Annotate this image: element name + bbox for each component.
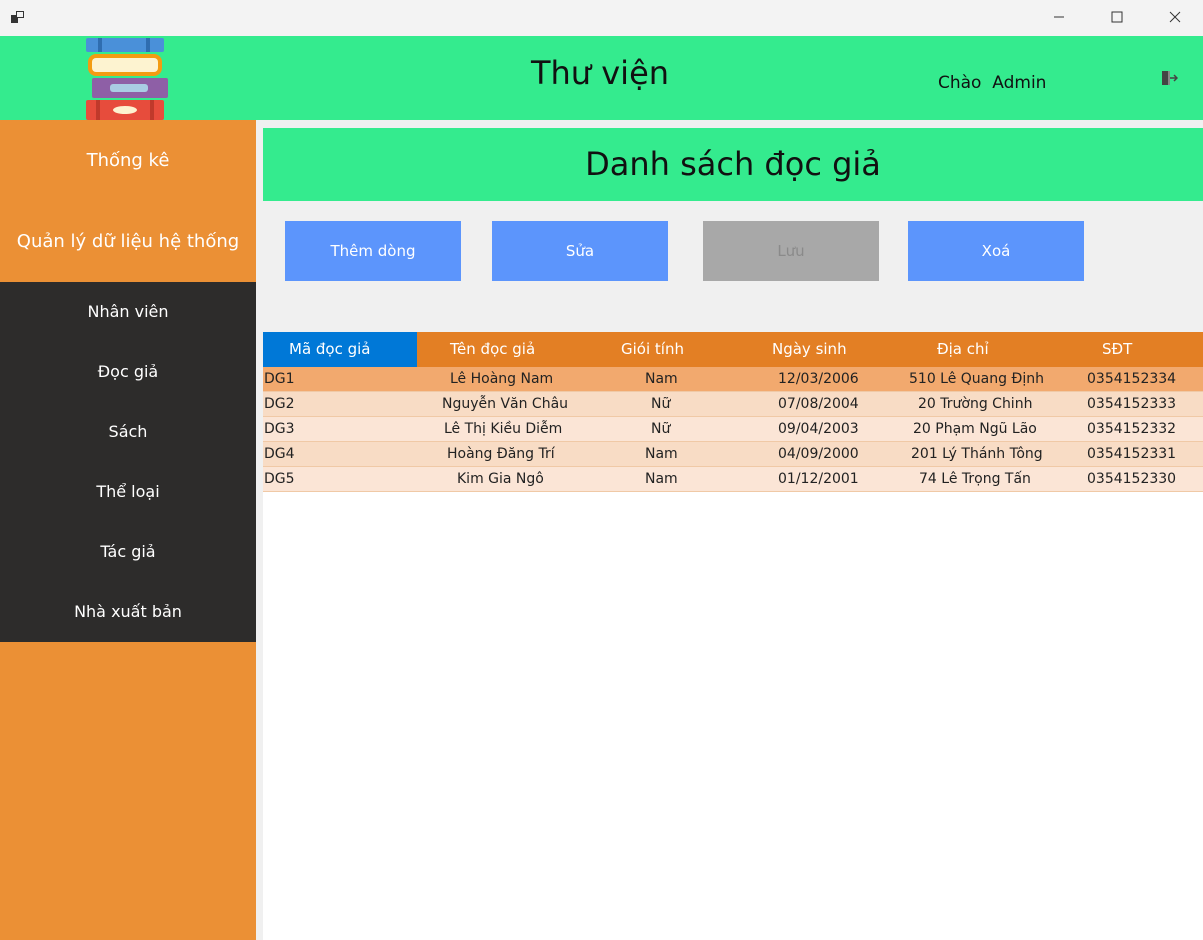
cell-gender: Nam [645, 471, 678, 487]
cell-address: 74 Lê Trọng Tấn [919, 471, 1031, 487]
sidebar-item-genres[interactable]: Thể loại [0, 462, 256, 522]
app-title: Thư viện [530, 54, 670, 92]
column-header-phone[interactable]: SĐT [1102, 332, 1132, 367]
sidebar-item-publishers[interactable]: Nhà xuất bản [0, 582, 256, 642]
column-header-id[interactable]: Mã đọc giả [263, 332, 417, 367]
readers-table[interactable]: Mã đọc giả Tên đọc giả Giói tính Ngày si… [263, 332, 1203, 940]
cell-name: Kim Gia Ngô [457, 471, 544, 487]
minimize-icon [1054, 16, 1064, 18]
cell-name: Nguyễn Văn Châu [442, 396, 569, 412]
table-header: Mã đọc giả Tên đọc giả Giói tính Ngày si… [263, 332, 1203, 367]
close-button[interactable] [1146, 0, 1203, 34]
maximize-button[interactable] [1088, 0, 1146, 34]
sidebar-item-readers[interactable]: Đọc giả [0, 342, 256, 402]
cell-birthdate: 01/12/2001 [778, 471, 859, 487]
greeting-prefix: Chào [938, 73, 982, 93]
table-row[interactable]: DG2 Nguyễn Văn Châu Nữ 07/08/2004 20 Trư… [263, 392, 1203, 417]
cell-phone: 0354152332 [1087, 421, 1177, 437]
close-icon [1169, 11, 1181, 23]
page-title-bar: Danh sách đọc giả [263, 128, 1203, 201]
sidebar-item-books[interactable]: Sách [0, 402, 256, 462]
maximize-icon [1111, 11, 1123, 23]
cell-birthdate: 09/04/2003 [778, 421, 859, 437]
table-row[interactable]: DG3 Lê Thị Kiều Diễm Nữ 09/04/2003 20 Ph… [263, 417, 1203, 442]
cell-name: Lê Thị Kiều Diễm [444, 421, 563, 437]
books-logo-icon [86, 38, 168, 120]
cell-address: 201 Lý Thánh Tông [911, 446, 1043, 462]
add-row-button[interactable]: Thêm dòng [285, 221, 461, 281]
greeting: Chào Admin [938, 73, 1046, 93]
edit-button[interactable]: Sửa [492, 221, 668, 281]
sidebar-submenu: Nhân viên Đọc giả Sách Thể loại Tác giả … [0, 282, 256, 642]
cell-id: DG4 [264, 446, 295, 462]
table-row[interactable]: DG5 Kim Gia Ngô Nam 01/12/2001 74 Lê Trọ… [263, 467, 1203, 492]
sidebar-item-statistics[interactable]: Thống kê [0, 150, 256, 171]
cell-birthdate: 04/09/2000 [778, 446, 859, 462]
cell-birthdate: 07/08/2004 [778, 396, 859, 412]
cell-birthdate: 12/03/2006 [778, 371, 859, 387]
cell-id: DG1 [264, 371, 295, 387]
cell-name: Hoàng Đăng Trí [447, 446, 555, 462]
column-header-address[interactable]: Địa chỉ [937, 332, 989, 367]
app-icon [11, 11, 24, 23]
cell-gender: Nam [645, 446, 678, 462]
column-header-name[interactable]: Tên đọc giả [450, 332, 535, 367]
minimize-button[interactable] [1030, 0, 1088, 34]
logout-icon[interactable] [1160, 69, 1178, 87]
cell-gender: Nam [645, 371, 678, 387]
page-title: Danh sách đọc giả [585, 145, 881, 183]
save-button: Lưu [703, 221, 879, 281]
user-name: Admin [992, 73, 1047, 93]
sidebar-item-data-management[interactable]: Quản lý dữ liệu hệ thống [0, 231, 256, 252]
cell-phone: 0354152331 [1087, 446, 1177, 462]
table-row[interactable]: DG1 Lê Hoàng Nam Nam 12/03/2006 510 Lê Q… [263, 367, 1203, 392]
cell-id: DG2 [264, 396, 295, 412]
sidebar: Thống kê Quản lý dữ liệu hệ thống Nhân v… [0, 120, 256, 940]
app-header: Thư viện Chào Admin [0, 36, 1203, 120]
cell-id: DG3 [264, 421, 295, 437]
cell-phone: 0354152330 [1087, 471, 1177, 487]
delete-button[interactable]: Xoá [908, 221, 1084, 281]
column-header-birthdate[interactable]: Ngày sinh [772, 332, 847, 367]
cell-phone: 0354152334 [1087, 371, 1177, 387]
cell-gender: Nữ [651, 421, 671, 437]
sidebar-item-authors[interactable]: Tác giả [0, 522, 256, 582]
cell-address: 20 Phạm Ngũ Lão [913, 421, 1037, 437]
cell-gender: Nữ [651, 396, 671, 412]
cell-phone: 0354152333 [1087, 396, 1177, 412]
cell-address: 20 Trường Chinh [918, 396, 1033, 412]
sidebar-item-employees[interactable]: Nhân viên [0, 282, 256, 342]
cell-name: Lê Hoàng Nam [450, 371, 554, 387]
window-titlebar [0, 0, 1203, 36]
table-row[interactable]: DG4 Hoàng Đăng Trí Nam 04/09/2000 201 Lý… [263, 442, 1203, 467]
cell-address: 510 Lê Quang Định [909, 371, 1044, 387]
main-content: Danh sách đọc giả Thêm dòng Sửa Lưu Xoá … [256, 120, 1203, 940]
column-header-gender[interactable]: Giói tính [621, 332, 684, 367]
cell-id: DG5 [264, 471, 295, 487]
